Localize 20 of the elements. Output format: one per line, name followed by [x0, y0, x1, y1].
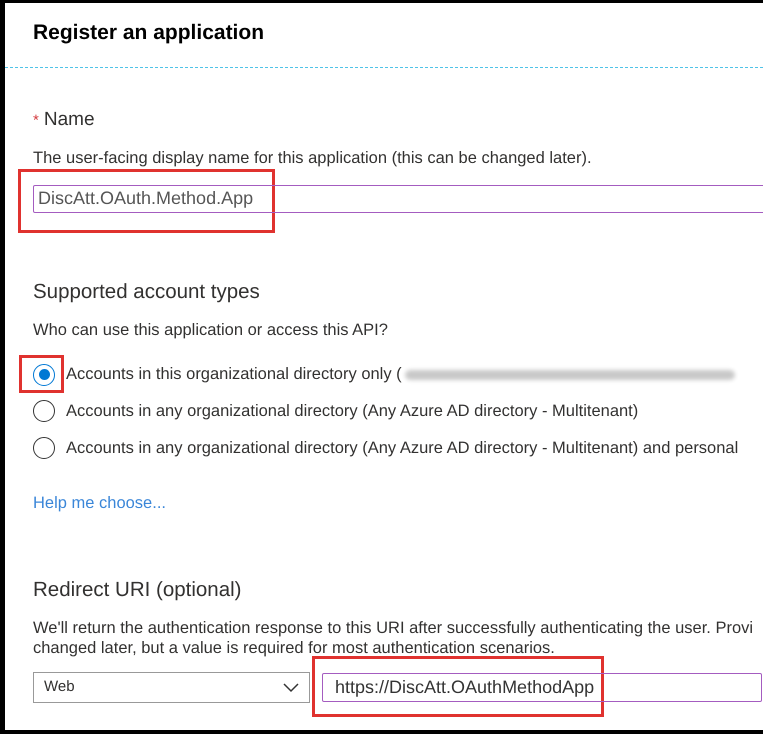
- field-description: The user-facing display name for this application (this can be changed later).: [33, 148, 593, 169]
- chevron-down-icon: [283, 682, 299, 692]
- help-link[interactable]: Help me choose...: [33, 490, 763, 516]
- radio-button[interactable]: [33, 400, 55, 422]
- radio-label: Accounts in any organizational directory (Any Azure AD directory - Multitenant): [66, 401, 638, 422]
- radio-label: Accounts in any organizational directory (Any Azure AD directory - Multitenant) and personal: [66, 438, 738, 459]
- uri-input[interactable]: https://DiscAtt.OAuthMethodApp: [322, 673, 762, 702]
- section-heading: Supported account types: [33, 278, 261, 305]
- required-mark: *: [33, 110, 39, 130]
- radio-button[interactable]: [33, 364, 55, 386]
- section-question: Who can use this application or access this API?: [33, 320, 389, 340]
- radio-button[interactable]: [33, 437, 55, 460]
- platform-select[interactable]: Web: [33, 672, 310, 703]
- section-heading: Redirect URI (optional): [33, 577, 242, 604]
- section-description: changed later, but a value is required for most authentication scenarios.: [33, 638, 556, 658]
- radio-label: Accounts in this organizational directory only (: [66, 364, 402, 386]
- name-input[interactable]: DiscAtt.OAuth.Method.App: [33, 184, 763, 213]
- field-label: Name: [44, 108, 95, 132]
- section-description: We'll return the authentication response to this URI after successfully authenticating the user. Provi: [33, 618, 754, 638]
- page-title: Register an application: [33, 20, 266, 46]
